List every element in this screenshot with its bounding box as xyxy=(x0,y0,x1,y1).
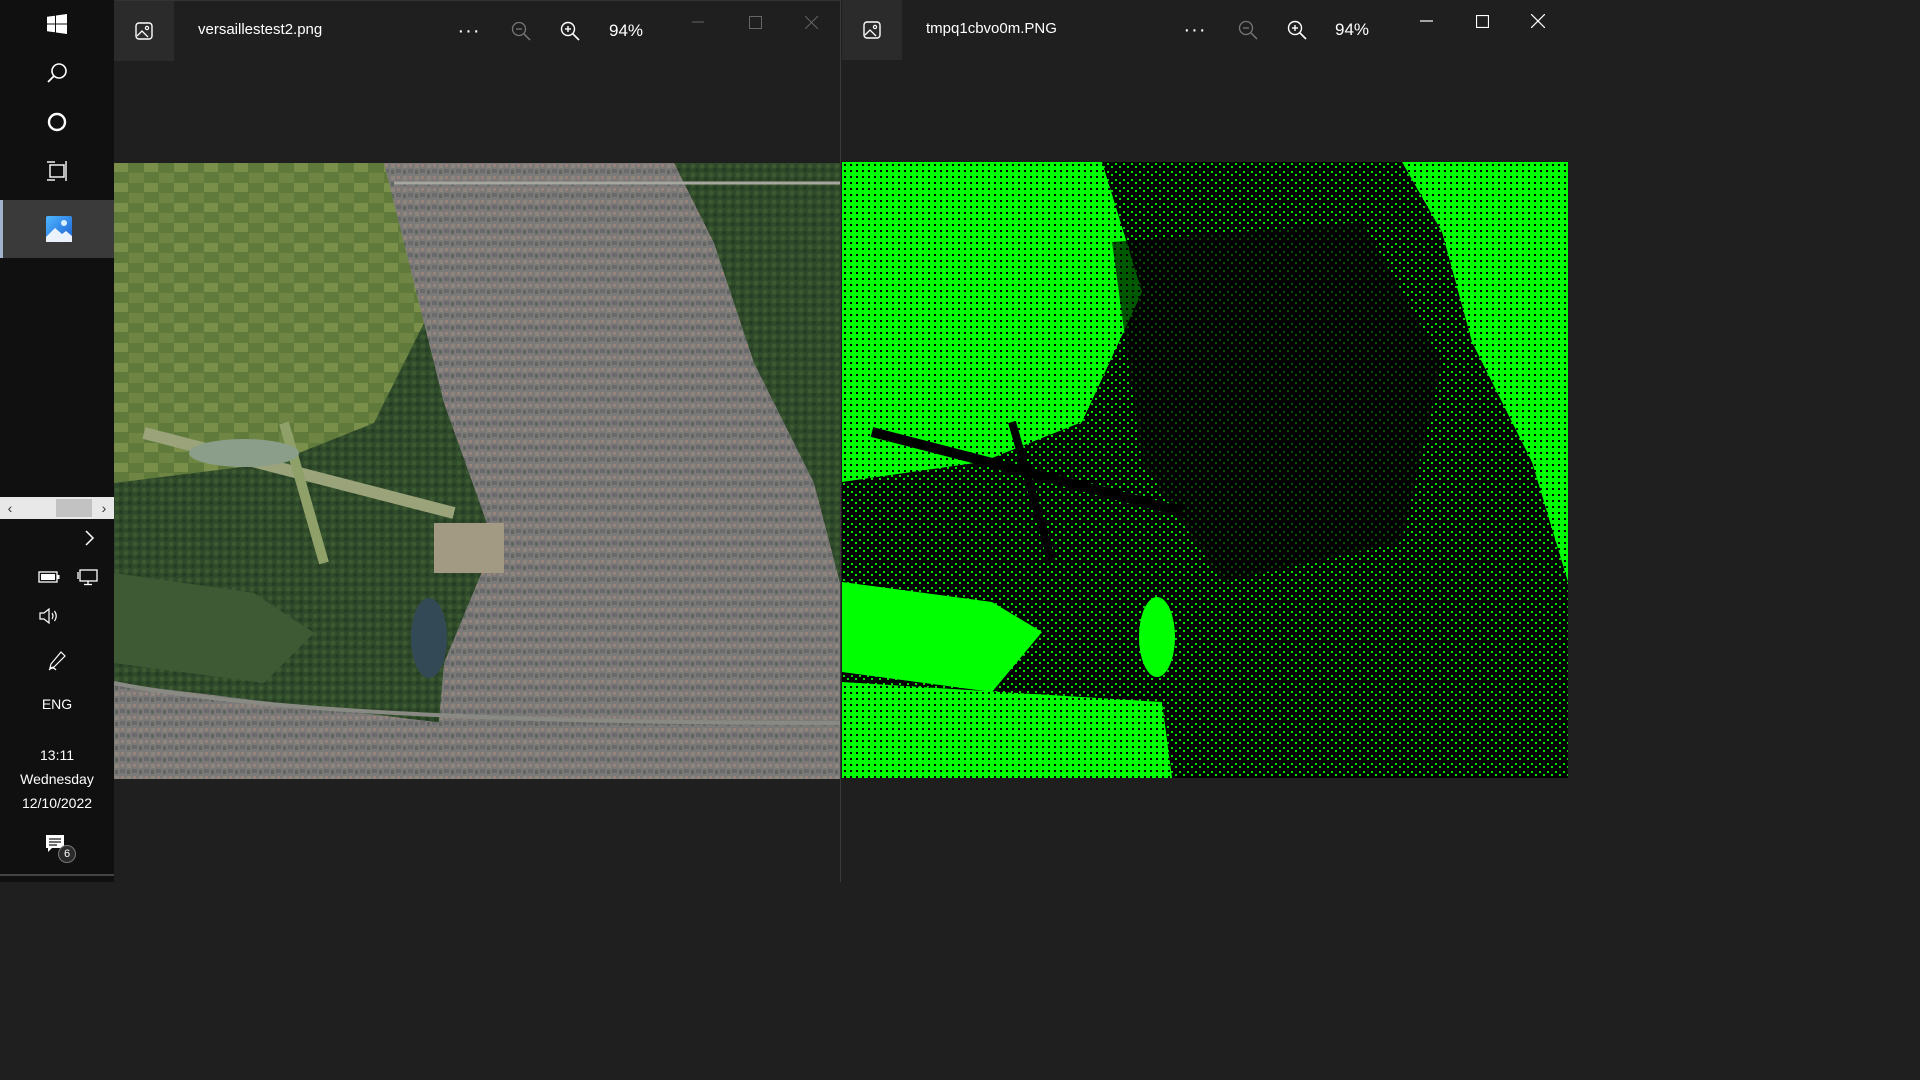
aerial-photo[interactable] xyxy=(114,163,840,779)
taskbar: ‹ › ENG 13:11 Wednesday 12/10/2022 6 xyxy=(0,0,114,882)
app-icon-button[interactable] xyxy=(114,1,174,61)
scrollbar-thumb[interactable] xyxy=(56,499,92,517)
photos-app-icon xyxy=(863,21,881,39)
zoom-out-button[interactable] xyxy=(508,17,534,45)
photos-app-icon xyxy=(135,22,153,40)
chevron-right-icon xyxy=(85,530,95,546)
maximize-button[interactable] xyxy=(741,9,769,35)
maximize-icon xyxy=(1475,14,1489,28)
taskbar-scrollbar[interactable]: ‹ › xyxy=(0,497,114,519)
network-icon xyxy=(77,569,98,586)
zoom-in-icon xyxy=(1287,20,1307,40)
minimize-button[interactable] xyxy=(1412,8,1440,34)
battery-button[interactable] xyxy=(37,567,61,587)
close-icon xyxy=(1531,14,1545,28)
taskbar-bottom-divider xyxy=(0,874,114,876)
zoom-in-button[interactable] xyxy=(1284,16,1310,44)
aerial-photo-image xyxy=(114,163,840,779)
search-icon xyxy=(47,63,67,83)
zoom-out-icon xyxy=(1238,20,1258,40)
search-button[interactable] xyxy=(0,49,114,97)
show-hidden-icons-button[interactable] xyxy=(78,527,100,549)
minimize-icon xyxy=(692,21,704,23)
scrollbar-track[interactable] xyxy=(20,497,94,519)
action-center-button[interactable]: 6 xyxy=(44,833,76,867)
windows-logo-icon xyxy=(47,14,67,34)
speaker-icon xyxy=(39,607,57,625)
app-icon-button[interactable] xyxy=(842,0,902,60)
segmentation-mask-image xyxy=(842,162,1568,778)
window-titlebar[interactable]: versaillestest2.png ··· 94% xyxy=(114,1,840,61)
clock-date: 12/10/2022 xyxy=(21,795,93,811)
window-filename: versaillestest2.png xyxy=(198,21,323,38)
zoom-level[interactable]: 94% xyxy=(1330,16,1374,44)
zoom-level[interactable]: 94% xyxy=(604,17,648,45)
pen-workspace-button[interactable] xyxy=(45,649,69,673)
zoom-out-icon xyxy=(511,21,531,41)
input-language-indicator[interactable]: ENG xyxy=(0,696,114,712)
volume-button[interactable] xyxy=(37,605,61,627)
clock-time: 13:11 xyxy=(40,747,74,763)
segmentation-mask[interactable] xyxy=(842,162,1568,778)
maximize-icon xyxy=(748,15,762,29)
zoom-in-icon xyxy=(560,21,580,41)
window-titlebar[interactable]: tmpq1cbvo0m.PNG ··· 94% xyxy=(842,0,1568,60)
photos-window-left: versaillestest2.png ··· 94% xyxy=(114,0,841,882)
maximize-button[interactable] xyxy=(1468,8,1496,34)
close-button[interactable] xyxy=(797,9,825,35)
battery-icon xyxy=(38,571,60,583)
notification-count-badge: 6 xyxy=(58,845,76,863)
clock-day: Wednesday xyxy=(20,771,94,787)
close-button[interactable] xyxy=(1524,8,1552,34)
taskbar-photos-app[interactable] xyxy=(0,200,114,258)
photos-app-icon xyxy=(45,216,72,242)
see-more-button[interactable]: ··· xyxy=(1180,16,1210,44)
taskbar-clock[interactable]: 13:11 Wednesday 12/10/2022 xyxy=(0,743,114,815)
close-icon xyxy=(804,15,818,29)
cortana-button[interactable] xyxy=(0,98,114,146)
task-view-icon xyxy=(47,161,67,181)
cortana-icon xyxy=(47,112,67,132)
task-view-button[interactable] xyxy=(0,147,114,195)
start-button[interactable] xyxy=(0,0,114,48)
scroll-right-arrow-icon[interactable]: › xyxy=(94,497,114,519)
network-button[interactable] xyxy=(76,567,100,587)
zoom-in-button[interactable] xyxy=(557,17,583,45)
pen-icon xyxy=(48,651,66,671)
minimize-icon xyxy=(1419,20,1433,22)
scroll-left-arrow-icon[interactable]: ‹ xyxy=(0,497,20,519)
photos-window-right: tmpq1cbvo0m.PNG ··· 94% xyxy=(842,0,1568,882)
minimize-button[interactable] xyxy=(684,9,712,35)
see-more-button[interactable]: ··· xyxy=(454,17,484,45)
zoom-out-button[interactable] xyxy=(1235,16,1261,44)
window-filename: tmpq1cbvo0m.PNG xyxy=(926,20,1057,37)
